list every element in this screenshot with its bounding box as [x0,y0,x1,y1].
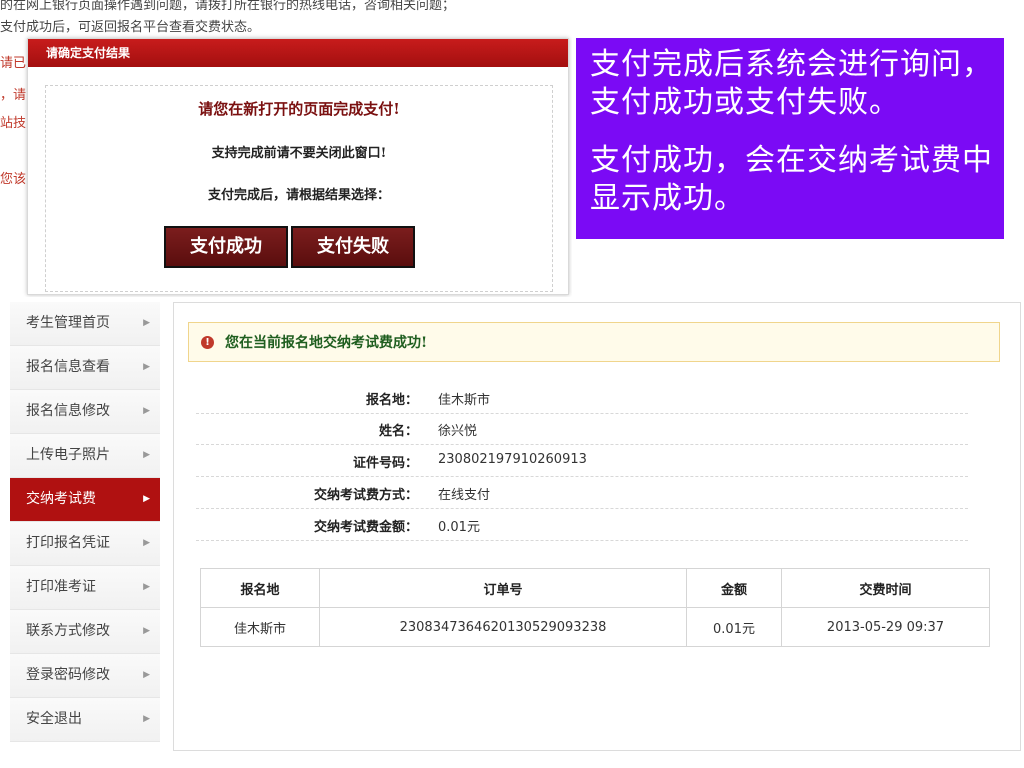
chevron-right-icon: ▶ [143,494,150,504]
payment-success-button[interactable]: 支付成功 [164,226,288,268]
callout-paragraph-2: 支付成功，会在交纳考试费中显示成功。 [590,143,993,216]
info-value: 0.01元 [438,520,480,535]
sidebar-item-label: 打印报名凭证 [26,535,110,551]
info-value: 在线支付 [438,488,491,503]
chevron-right-icon: ▶ [143,582,150,592]
cell-location: 佳木斯市 [200,607,320,647]
info-label: 证件号码： [352,456,418,471]
sidebar-item-label: 报名信息查看 [26,359,110,375]
sidebar-item-label: 登录密码修改 [26,667,110,683]
chevron-right-icon: ▶ [143,318,150,328]
table-header-row: 报名地 订单号 金额 交费时间 [200,568,990,608]
chevron-right-icon: ▶ [143,538,150,548]
sidebar-item-label: 报名信息修改 [26,403,110,419]
background-text-fragment: 站技 [0,116,27,131]
sidebar-item-print-voucher[interactable]: 打印报名凭证 ▶ [10,522,160,566]
sidebar-item-home[interactable]: 考生管理首页 ▶ [10,302,160,346]
column-header-pay-time: 交费时间 [781,568,990,608]
sidebar-item-print-admission[interactable]: 打印准考证 ▶ [10,566,160,610]
order-table: 报名地 订单号 金额 交费时间 佳木斯市 2308347364620130529… [200,568,990,647]
info-row-name: 姓名： 徐兴悦 [196,414,968,445]
payment-result-panel: ! 您在当前报名地交纳考试费成功! 报名地： 佳木斯市 姓名： 徐兴悦 证件号码… [173,302,1021,751]
chevron-right-icon: ▶ [143,626,150,636]
dialog-keep-open-message: 支持完成前请不要关闭此窗口! [211,146,387,161]
sidebar-item-label: 打印准考证 [26,579,96,595]
background-text-fragment: 您该 [0,172,27,187]
success-notice: ! 您在当前报名地交纳考试费成功! [188,322,1000,362]
dialog-choose-message: 支付完成后，请根据结果选择： [207,188,390,203]
sidebar-item-edit-info[interactable]: 报名信息修改 ▶ [10,390,160,434]
sidebar-item-label: 联系方式修改 [26,623,110,639]
payment-fail-button[interactable]: 支付失败 [291,226,415,268]
column-header-order-number: 订单号 [319,568,687,608]
payment-dialog-screenshot: 的在网上银行页面操作遇到问题，请拨打所在银行的热线电话，咨询相关问题； 支付成功… [0,0,572,297]
background-text-line: 的在网上银行页面操作遇到问题，请拨打所在银行的热线电话，咨询相关问题； [0,0,456,13]
background-text-fragment: 请已 [0,56,27,71]
column-header-amount: 金额 [686,568,782,608]
info-value: 佳木斯市 [438,393,491,408]
info-row-id-number: 证件号码： 230802197910260913 [196,446,968,477]
sidebar-item-edit-contact[interactable]: 联系方式修改 ▶ [10,610,160,654]
info-label: 交纳考试费方式： [313,488,418,503]
chevron-right-icon: ▶ [143,362,150,372]
sidebar-item-label: 考生管理首页 [26,315,110,331]
cell-order-number: 230834736462013052909323​8 [319,607,687,647]
explanation-callout: 支付完成后系统会进行询问，支付成功或支付失败。 支付成功，会在交纳考试费中显示成… [576,38,1004,239]
sidebar-item-upload-photo[interactable]: 上传电子照片 ▶ [10,434,160,478]
chevron-right-icon: ▶ [143,714,150,724]
sidebar-item-view-info[interactable]: 报名信息查看 ▶ [10,346,160,390]
info-label: 姓名： [378,424,418,439]
success-notice-text: 您在当前报名地交纳考试费成功! [225,335,428,351]
info-label: 报名地： [365,393,418,408]
callout-paragraph-1: 支付完成后系统会进行询问，支付成功或支付失败。 [590,47,993,120]
info-value: 230802197910260913 [438,452,587,467]
table-row: 佳木斯市 230834736462013052909323​8 0.01元 20… [200,607,990,647]
sidebar-item-label: 安全退出 [26,711,82,727]
sidebar-item-label: 上传电子照片 [26,447,110,463]
cell-amount: 0.01元 [686,607,782,647]
sidebar-menu: 考生管理首页 ▶ 报名信息查看 ▶ 报名信息修改 ▶ 上传电子照片 ▶ 交纳考试… [10,302,160,742]
chevron-right-icon: ▶ [143,450,150,460]
column-header-location: 报名地 [200,568,320,608]
dialog-title: 请确定支付结果 [28,39,568,67]
sidebar-item-logout[interactable]: 安全退出 ▶ [10,698,160,742]
info-row-location: 报名地： 佳木斯市 [196,383,968,414]
info-label: 交纳考试费金额： [313,520,418,535]
sidebar-item-label: 交纳考试费 [26,491,96,507]
cell-pay-time: 2013-05-29 09:37 [781,607,990,647]
info-value: 徐兴悦 [438,424,478,439]
info-row-payment-method: 交纳考试费方式： 在线支付 [196,478,968,509]
dialog-main-message: 请您在新打开的页面完成支付! [198,100,400,118]
chevron-right-icon: ▶ [143,670,150,680]
dialog-body: 请您在新打开的页面完成支付! 支持完成前请不要关闭此窗口! 支付完成后，请根据结… [45,85,553,292]
background-text-fragment: ，请 [0,88,27,103]
alert-icon: ! [201,336,214,349]
sidebar-item-change-password[interactable]: 登录密码修改 ▶ [10,654,160,698]
sidebar-item-pay-fee[interactable]: 交纳考试费 ▶ [10,478,160,522]
confirm-payment-dialog: 请确定支付结果 请您在新打开的页面完成支付! 支持完成前请不要关闭此窗口! 支付… [27,38,569,295]
info-row-payment-amount: 交纳考试费金额： 0.01元 [196,510,968,541]
chevron-right-icon: ▶ [143,406,150,416]
background-text-line: 支付成功后，可返回报名平台查看交费状态。 [0,20,261,35]
